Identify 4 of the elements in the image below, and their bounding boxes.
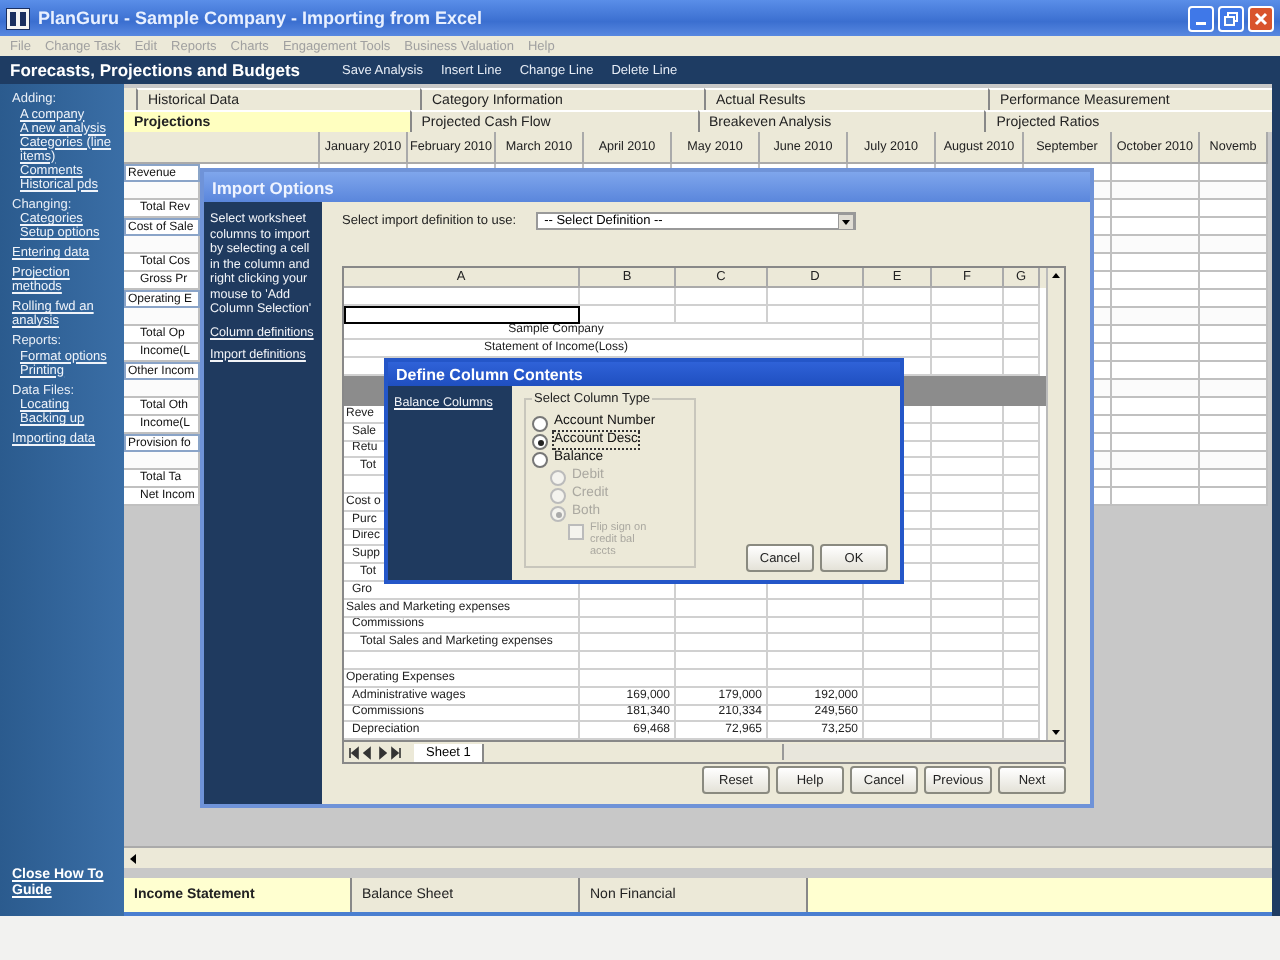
section-title: Forecasts, Projections and Budgets bbox=[10, 60, 301, 80]
window-title: PlanGuru - Sample Company - Importing from Excel bbox=[38, 8, 483, 28]
dialog-title: Define Column Contents bbox=[396, 365, 583, 383]
dialog-title: Import Options bbox=[212, 177, 334, 197]
